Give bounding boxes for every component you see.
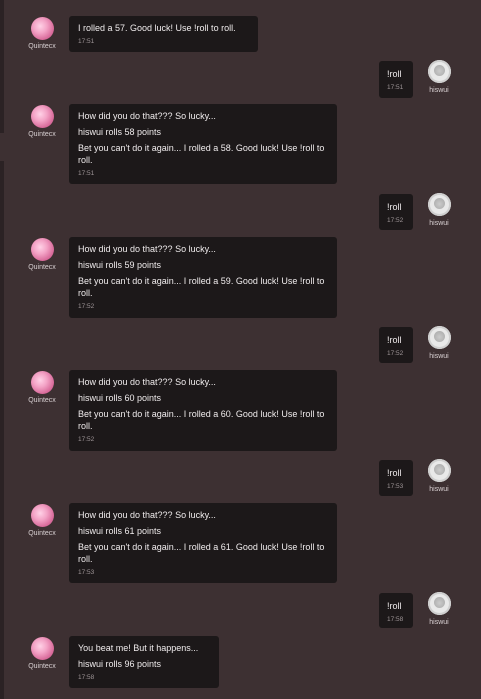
message-text: How did you do that??? So lucky...	[78, 244, 216, 254]
avatar[interactable]	[428, 193, 451, 216]
message-text: hiswui rolls 58 points	[78, 127, 162, 137]
message-timestamp: 17:53	[387, 483, 404, 490]
message-bubble: How did you do that??? So lucky... hiswui…	[69, 237, 337, 318]
message-timestamp: 17:53	[78, 569, 95, 576]
avatar[interactable]	[31, 238, 54, 261]
message-timestamp: 17:58	[387, 616, 404, 623]
message-text: How did you do that??? So lucky...	[78, 111, 216, 121]
message-bubble: !roll 17:58	[379, 593, 413, 628]
message-text: You beat me! But it happens...	[78, 643, 199, 653]
sender-name: hiswui	[429, 486, 449, 493]
message-text: I rolled a 57. Good luck! Use !roll to r…	[78, 23, 236, 33]
avatar[interactable]	[428, 592, 451, 615]
message-text: hiswui rolls 96 points	[78, 659, 162, 669]
message-text: !roll	[387, 69, 402, 79]
avatar[interactable]	[31, 17, 54, 40]
message-bubble: How did you do that??? So lucky... hiswui…	[69, 370, 337, 451]
sender-name: Quintecx	[28, 264, 56, 271]
message-text: hiswui rolls 61 points	[78, 526, 162, 536]
message-timestamp: 17:51	[78, 170, 95, 177]
message-bubble: !roll 17:53	[379, 460, 413, 496]
message-timestamp: 17:51	[78, 38, 95, 45]
avatar[interactable]	[31, 637, 54, 660]
message-timestamp: 17:52	[78, 436, 95, 443]
message-text: hiswui rolls 59 points	[78, 260, 162, 270]
message-bubble: !roll 17:51	[379, 61, 413, 98]
message-timestamp: 17:52	[387, 350, 404, 357]
message-timestamp: 17:52	[78, 303, 95, 310]
sender-name: hiswui	[429, 220, 449, 227]
sender-name: Quintecx	[28, 131, 56, 138]
message-bubble: You beat me! But it happens... hiswui rol…	[69, 636, 219, 688]
message-text: !roll	[387, 335, 402, 345]
left-panel-notch	[0, 133, 4, 161]
sender-name: hiswui	[429, 619, 449, 626]
avatar[interactable]	[31, 105, 54, 128]
avatar[interactable]	[31, 504, 54, 527]
message-text: Bet you can't do it again... I rolled a …	[78, 542, 325, 564]
sender-name: Quintecx	[28, 397, 56, 404]
message-text: How did you do that??? So lucky...	[78, 510, 216, 520]
message-text: How did you do that??? So lucky...	[78, 377, 216, 387]
message-text: hiswui rolls 60 points	[78, 393, 162, 403]
sender-name: Quintecx	[28, 43, 56, 50]
message-bubble: How did you do that??? So lucky... hiswui…	[69, 104, 337, 184]
message-text: Bet you can't do it again... I rolled a …	[78, 143, 325, 165]
message-text: !roll	[387, 468, 402, 478]
message-timestamp: 17:52	[387, 217, 404, 224]
message-timestamp: 17:58	[78, 674, 95, 681]
sender-name: hiswui	[429, 87, 449, 94]
sender-name: Quintecx	[28, 663, 56, 670]
message-text: Bet you can't do it again... I rolled a …	[78, 276, 325, 298]
message-timestamp: 17:51	[387, 84, 404, 91]
avatar[interactable]	[428, 60, 451, 83]
message-text: !roll	[387, 601, 402, 611]
message-bubble: !roll 17:52	[379, 194, 413, 230]
avatar[interactable]	[31, 371, 54, 394]
message-text: !roll	[387, 202, 402, 212]
left-panel-edge	[0, 0, 4, 699]
sender-name: hiswui	[429, 353, 449, 360]
avatar[interactable]	[428, 326, 451, 349]
sender-name: Quintecx	[28, 530, 56, 537]
avatar[interactable]	[428, 459, 451, 482]
message-text: Bet you can't do it again... I rolled a …	[78, 409, 325, 431]
message-bubble: !roll 17:52	[379, 327, 413, 363]
message-bubble: How did you do that??? So lucky... hiswui…	[69, 503, 337, 583]
message-bubble: I rolled a 57. Good luck! Use !roll to r…	[69, 16, 258, 52]
